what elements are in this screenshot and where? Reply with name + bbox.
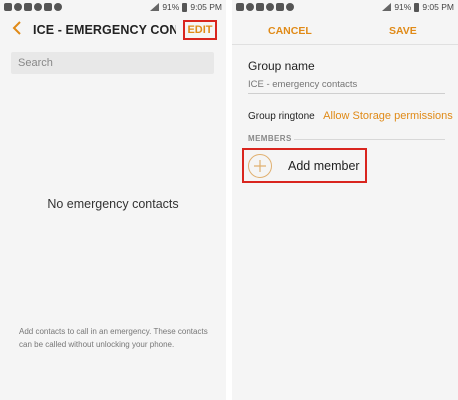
- notification-icons: [236, 3, 294, 11]
- notification-icons: [4, 3, 62, 11]
- save-button[interactable]: SAVE: [389, 25, 417, 37]
- empty-state-message: No emergency contacts: [47, 197, 179, 211]
- notification-icon: [276, 3, 284, 11]
- signal-icon: [150, 3, 160, 11]
- add-member-label: Add member: [288, 159, 360, 173]
- contacts-screen: 91% 9:05 PM ICE - EMERGENCY CONTACTS EDI…: [0, 0, 226, 400]
- status-bar: 91% 9:05 PM: [232, 0, 458, 15]
- back-arrow-icon: [12, 20, 22, 40]
- notification-icon: [246, 3, 254, 11]
- edit-button[interactable]: EDIT: [183, 20, 217, 40]
- notification-icon: [286, 3, 294, 11]
- status-right: 91% 9:05 PM: [150, 2, 222, 12]
- notification-icon: [266, 3, 274, 11]
- notification-icon: [34, 3, 42, 11]
- battery-percent: 91%: [394, 2, 412, 12]
- edit-group-screen: 91% 9:05 PM CANCEL SAVE Group name Group…: [232, 0, 458, 400]
- battery-icon: [414, 2, 420, 12]
- notification-icon: [24, 3, 32, 11]
- help-text: Add contacts to call in an emergency. Th…: [19, 327, 208, 349]
- notification-icon: [236, 3, 244, 11]
- signal-icon: [382, 3, 392, 11]
- add-member-button[interactable]: Add member: [242, 148, 367, 183]
- notification-icon: [54, 3, 62, 11]
- group-name-label: Group name: [248, 59, 315, 73]
- page-title: ICE - EMERGENCY CONTACTS: [33, 23, 176, 37]
- notification-icon: [44, 3, 52, 11]
- battery-icon: [182, 2, 188, 12]
- cancel-button[interactable]: CANCEL: [268, 25, 312, 37]
- ringtone-value: Allow Storage permissions: [323, 110, 453, 122]
- status-bar: 91% 9:05 PM: [0, 0, 226, 15]
- members-section-header: MEMBERS: [248, 134, 292, 143]
- plus-icon: [248, 154, 272, 178]
- group-ringtone-row[interactable]: Group ringtone Allow Storage permissions: [248, 106, 458, 122]
- ringtone-label: Group ringtone: [248, 111, 315, 122]
- action-bar: CANCEL SAVE: [232, 17, 458, 45]
- search-input[interactable]: [11, 52, 214, 74]
- notification-icon: [14, 3, 22, 11]
- app-bar: ICE - EMERGENCY CONTACTS EDIT: [0, 17, 226, 43]
- group-name-field[interactable]: [248, 76, 445, 94]
- notification-icon: [4, 3, 12, 11]
- back-button[interactable]: [9, 20, 25, 40]
- section-divider: [294, 139, 445, 140]
- clock: 9:05 PM: [422, 2, 454, 12]
- clock: 9:05 PM: [190, 2, 222, 12]
- battery-percent: 91%: [162, 2, 180, 12]
- status-right: 91% 9:05 PM: [382, 2, 454, 12]
- notification-icon: [256, 3, 264, 11]
